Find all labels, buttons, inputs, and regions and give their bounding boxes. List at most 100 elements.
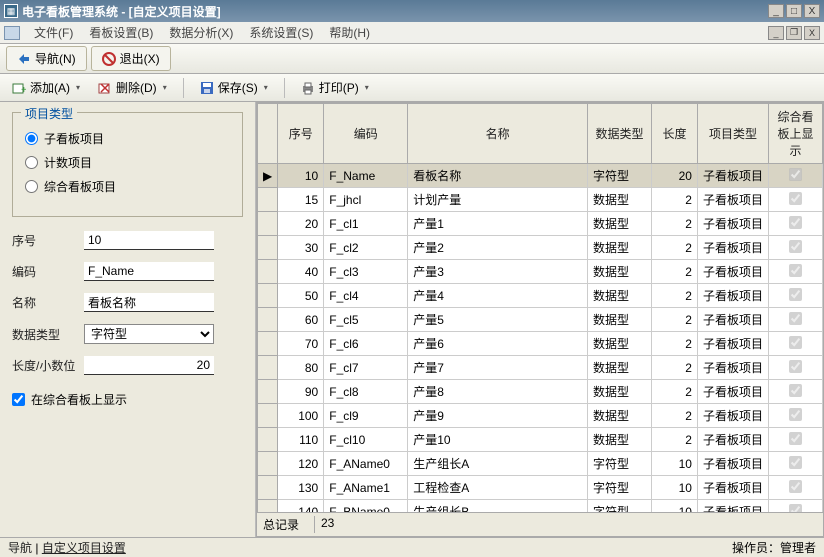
cell-len: 2 bbox=[651, 284, 697, 308]
show-cell-checkbox[interactable] bbox=[789, 432, 802, 445]
show-cell-checkbox[interactable] bbox=[789, 168, 802, 181]
dropdown-arrow-icon: ▾ bbox=[163, 83, 167, 92]
cell-len: 10 bbox=[651, 476, 697, 500]
table-row[interactable]: 120F_AName0生产组长A字符型10子看板项目 bbox=[258, 452, 823, 476]
menu-file[interactable]: 文件(F) bbox=[26, 22, 81, 43]
crumb-nav[interactable]: 导航 bbox=[8, 539, 32, 556]
cell-seq: 120 bbox=[278, 452, 324, 476]
mdi-restore-button[interactable]: ❐ bbox=[786, 26, 802, 40]
show-cell-checkbox[interactable] bbox=[789, 312, 802, 325]
save-button[interactable]: 保存(S) ▾ bbox=[194, 77, 274, 98]
cell-seq: 70 bbox=[278, 332, 324, 356]
cell-show bbox=[769, 332, 823, 356]
col-header[interactable]: 编码 bbox=[324, 104, 408, 164]
cell-dtype: 字符型 bbox=[587, 164, 651, 188]
col-header[interactable]: 名称 bbox=[408, 104, 588, 164]
show-cell-checkbox[interactable] bbox=[789, 288, 802, 301]
cell-len: 2 bbox=[651, 260, 697, 284]
cell-dtype: 字符型 bbox=[587, 476, 651, 500]
cell-ptype: 子看板项目 bbox=[697, 284, 768, 308]
table-row[interactable]: 70F_cl6产量6数据型2子看板项目 bbox=[258, 332, 823, 356]
cell-show bbox=[769, 500, 823, 514]
menu-board[interactable]: 看板设置(B) bbox=[81, 22, 161, 43]
show-cell-checkbox[interactable] bbox=[789, 384, 802, 397]
show-cell-checkbox[interactable] bbox=[789, 456, 802, 469]
table-row[interactable]: 140F_BName0生产组长B字符型10子看板项目 bbox=[258, 500, 823, 514]
operator-label: 操作员： bbox=[732, 539, 780, 556]
app-icon: ▦ bbox=[4, 4, 18, 18]
col-header[interactable]: 数据类型 bbox=[587, 104, 651, 164]
cell-show bbox=[769, 356, 823, 380]
table-row[interactable]: 130F_AName1工程检查A字符型10子看板项目 bbox=[258, 476, 823, 500]
radio-count-input[interactable] bbox=[25, 156, 38, 169]
radio-sub-board[interactable]: 子看板项目 bbox=[25, 130, 230, 147]
table-row[interactable]: 60F_cl5产量5数据型2子看板项目 bbox=[258, 308, 823, 332]
show-cell-checkbox[interactable] bbox=[789, 216, 802, 229]
menu-data[interactable]: 数据分析(X) bbox=[161, 22, 241, 43]
cell-dtype: 数据型 bbox=[587, 356, 651, 380]
show-cell-checkbox[interactable] bbox=[789, 192, 802, 205]
table-row[interactable]: 30F_cl2产量2数据型2子看板项目 bbox=[258, 236, 823, 260]
separator bbox=[183, 78, 184, 98]
menu-help[interactable]: 帮助(H) bbox=[321, 22, 378, 43]
show-cell-checkbox[interactable] bbox=[789, 240, 802, 253]
mdi-close-button[interactable]: X bbox=[804, 26, 820, 40]
cell-code: F_cl10 bbox=[324, 428, 408, 452]
show-cell-checkbox[interactable] bbox=[789, 360, 802, 373]
table-row[interactable]: ▶10F_Name看板名称字符型20子看板项目 bbox=[258, 164, 823, 188]
cell-seq: 110 bbox=[278, 428, 324, 452]
table-row[interactable]: 80F_cl7产量7数据型2子看板项目 bbox=[258, 356, 823, 380]
radio-composite[interactable]: 综合看板项目 bbox=[25, 178, 230, 195]
mdi-minimize-button[interactable]: _ bbox=[768, 26, 784, 40]
show-cell-checkbox[interactable] bbox=[789, 480, 802, 493]
seq-label: 序号 bbox=[12, 232, 84, 249]
dtype-select[interactable]: 字符型 bbox=[84, 324, 214, 344]
table-row[interactable]: 20F_cl1产量1数据型2子看板项目 bbox=[258, 212, 823, 236]
table-row[interactable]: 40F_cl3产量3数据型2子看板项目 bbox=[258, 260, 823, 284]
cell-seq: 10 bbox=[278, 164, 324, 188]
table-row[interactable]: 50F_cl4产量4数据型2子看板项目 bbox=[258, 284, 823, 308]
cell-ptype: 子看板项目 bbox=[697, 164, 768, 188]
svg-text:+: + bbox=[21, 85, 26, 95]
minimize-button[interactable]: _ bbox=[768, 4, 784, 18]
col-header[interactable]: 综合看板上显示 bbox=[769, 104, 823, 164]
table-row[interactable]: 110F_cl10产量10数据型2子看板项目 bbox=[258, 428, 823, 452]
name-input[interactable] bbox=[84, 293, 214, 312]
cell-seq: 140 bbox=[278, 500, 324, 514]
maximize-button[interactable]: □ bbox=[786, 4, 802, 18]
radio-composite-input[interactable] bbox=[25, 180, 38, 193]
code-input[interactable] bbox=[84, 262, 214, 281]
len-input[interactable] bbox=[84, 356, 214, 375]
show-on-composite[interactable]: 在综合看板上显示 bbox=[12, 391, 243, 408]
footer-value: 23 bbox=[315, 516, 334, 533]
cell-code: F_cl4 bbox=[324, 284, 408, 308]
code-row: 编码 bbox=[12, 262, 243, 281]
table-row[interactable]: 100F_cl9产量9数据型2子看板项目 bbox=[258, 404, 823, 428]
close-button[interactable]: X bbox=[804, 4, 820, 18]
grid-wrap[interactable]: 序号编码名称数据类型长度项目类型综合看板上显示 ▶10F_Name看板名称字符型… bbox=[256, 102, 824, 513]
col-header[interactable]: 项目类型 bbox=[697, 104, 768, 164]
radio-count[interactable]: 计数项目 bbox=[25, 154, 230, 171]
show-cell-checkbox[interactable] bbox=[789, 504, 802, 514]
show-cell-checkbox[interactable] bbox=[789, 408, 802, 421]
nav-button[interactable]: 导航(N) bbox=[6, 46, 87, 71]
exit-button[interactable]: 退出(X) bbox=[91, 46, 171, 71]
delete-button[interactable]: 删除(D) ▾ bbox=[92, 77, 173, 98]
radio-sub-board-input[interactable] bbox=[25, 132, 38, 145]
menu-sys[interactable]: 系统设置(S) bbox=[241, 22, 321, 43]
show-cell-checkbox[interactable] bbox=[789, 264, 802, 277]
add-button[interactable]: + 添加(A) ▾ bbox=[6, 77, 86, 98]
print-label: 打印(P) bbox=[319, 79, 359, 96]
table-row[interactable]: 90F_cl8产量8数据型2子看板项目 bbox=[258, 380, 823, 404]
show-cell-checkbox[interactable] bbox=[789, 336, 802, 349]
cell-ptype: 子看板项目 bbox=[697, 380, 768, 404]
seq-input[interactable] bbox=[84, 231, 214, 250]
cell-show bbox=[769, 260, 823, 284]
crumb-page[interactable]: 自定义项目设置 bbox=[42, 539, 126, 556]
print-button[interactable]: 打印(P) ▾ bbox=[295, 77, 375, 98]
col-header[interactable]: 长度 bbox=[651, 104, 697, 164]
table-row[interactable]: 15F_jhcl计划产量数据型2子看板项目 bbox=[258, 188, 823, 212]
show-checkbox[interactable] bbox=[12, 393, 25, 406]
delete-icon bbox=[98, 81, 112, 95]
col-header[interactable]: 序号 bbox=[278, 104, 324, 164]
